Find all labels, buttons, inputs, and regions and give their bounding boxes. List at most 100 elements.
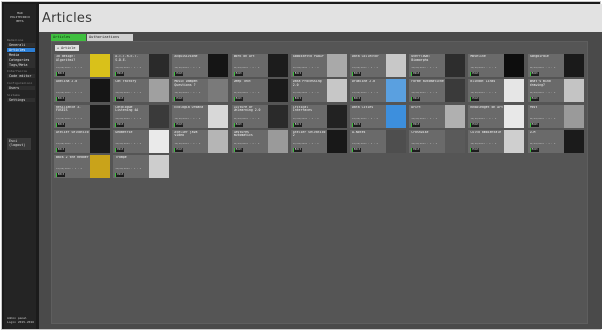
- article-card[interactable]: O-M 12/09/2015 · 1 · 2 Edit: [527, 129, 584, 153]
- edit-button[interactable]: Edit: [352, 122, 361, 127]
- article-thumbnail[interactable]: [386, 54, 406, 77]
- edit-button[interactable]: Edit: [292, 72, 302, 76]
- article-card[interactable]: Back 2 the Reader 12/09/2015 · 1 · 2 Edit: [54, 155, 110, 179]
- article-card[interactable]: Atelier Selvatico 12/09/2015 · 1 · 2 Edit: [54, 129, 110, 153]
- edit-button[interactable]: Edit: [174, 122, 184, 127]
- edit-button[interactable]: Edit: [470, 147, 480, 152]
- edit-button[interactable]: Edit: [233, 97, 243, 102]
- sidebar-item-code-editor[interactable]: Code editor: [7, 73, 35, 79]
- article-card[interactable]: Geometrie 12/09/2015 · 1 · 2 Edit: [113, 129, 170, 153]
- article-thumbnail[interactable]: [326, 54, 347, 77]
- article-card[interactable]: Moveline 12/09/2015 · 1 · 2 Edit: [468, 54, 525, 77]
- article-card[interactable]: What's mind drawing? 12/09/2015 · 1 · 2 Ed…: [527, 79, 584, 103]
- article-card[interactable]: A-Notes 12/09/2015 · 1 · 2 Edit: [350, 129, 406, 153]
- edit-button[interactable]: Edit: [352, 72, 361, 76]
- article-card[interactable]: Work on Art 12/09/2015 · 1 · 2 Edit: [231, 54, 288, 77]
- article-thumbnail[interactable]: [149, 104, 170, 128]
- article-card[interactable]: Catalogue Listening 4A 12/09/2015 · 1 · 2…: [113, 104, 170, 128]
- article-thumbnail[interactable]: [563, 54, 584, 77]
- article-card[interactable]: Culto ambientale 12/09/2015 · 1 · 2 Edit: [468, 129, 525, 153]
- edit-button[interactable]: Edit: [115, 173, 125, 178]
- article-thumbnail[interactable]: [326, 129, 347, 153]
- edit-button[interactable]: Edit: [529, 97, 539, 102]
- article-card[interactable]: Crosswise 12/09/2015 · 1 · 2 Edit: [409, 129, 466, 153]
- article-thumbnail[interactable]: [504, 104, 525, 128]
- edit-button[interactable]: Edit: [115, 72, 125, 76]
- article-thumbnail[interactable]: [504, 79, 525, 103]
- article-thumbnail[interactable]: [267, 54, 288, 77]
- edit-button[interactable]: Edit: [115, 97, 125, 102]
- article-thumbnail[interactable]: [445, 104, 466, 128]
- sidebar-item-generali[interactable]: Generali: [7, 42, 35, 48]
- article-thumbnail[interactable]: [267, 104, 288, 128]
- edit-button[interactable]: Edit: [174, 97, 184, 102]
- article-thumbnail[interactable]: [445, 129, 466, 153]
- edit-button[interactable]: Edit: [56, 173, 65, 178]
- article-card[interactable]: Songbirdie 12/09/2015 · 1 · 2 Edit: [527, 54, 584, 77]
- article-card[interactable]: Blindat Links 12/09/2015 · 1 · 2 Edit: [468, 79, 525, 103]
- article-thumbnail[interactable]: [504, 129, 525, 153]
- edit-button[interactable]: Edit: [411, 147, 421, 152]
- article-card[interactable]: Drift 12/09/2015 · 1 · 2 Edit: [409, 104, 466, 128]
- edit-button[interactable]: Edit: [470, 97, 480, 102]
- article-card[interactable]: Data Cities 12/09/2015 · 1 · 2 Edit: [350, 104, 406, 128]
- article-card[interactable]: 3d design: Algoritmi? 12/09/2015 · 1 · 2 E…: [54, 54, 110, 77]
- edit-button[interactable]: Edit: [56, 97, 65, 102]
- edit-button[interactable]: Edit: [174, 72, 184, 76]
- article-card[interactable]: Atelier Selvatico 2 12/09/2015 · 1 · 2 Edi…: [290, 129, 347, 153]
- article-thumbnail[interactable]: [267, 79, 288, 103]
- article-card[interactable]: Trompe 12/09/2015 · 1 · 2 Edit: [113, 155, 170, 179]
- edit-button[interactable]: Edit: [292, 122, 302, 127]
- article-thumbnail[interactable]: [208, 129, 229, 153]
- logout-button[interactable]: Esci (logout): [7, 138, 31, 150]
- article-card[interactable]: Drumline 2.0 12/09/2015 · 1 · 2 Edit: [350, 79, 406, 103]
- edit-button[interactable]: Edit: [529, 122, 539, 127]
- edit-button[interactable]: Edit: [470, 122, 480, 127]
- article-thumbnail[interactable]: [267, 129, 288, 153]
- article-thumbnail[interactable]: [386, 79, 406, 103]
- edit-button[interactable]: Edit: [56, 122, 65, 127]
- article-card[interactable]: Deep Text 12/09/2015 · 1 · 2 Edit: [231, 79, 288, 103]
- article-thumbnail[interactable]: [149, 54, 170, 77]
- tab-authorizations[interactable]: Authorizations: [87, 34, 133, 41]
- tab-articles[interactable]: Articles: [51, 34, 86, 41]
- edit-button[interactable]: Edit: [292, 147, 302, 152]
- edit-button[interactable]: Edit: [529, 72, 539, 76]
- edit-button[interactable]: Edit: [115, 147, 125, 152]
- article-thumbnail[interactable]: [208, 104, 229, 128]
- article-thumbnail[interactable]: [504, 54, 525, 77]
- article-thumbnail[interactable]: [445, 54, 466, 77]
- article-thumbnail[interactable]: [208, 79, 229, 103]
- article-thumbnail[interactable]: [90, 129, 110, 153]
- article-thumbnail[interactable]: [208, 54, 229, 77]
- edit-button[interactable]: Edit: [292, 97, 302, 102]
- article-card[interactable]: A.T.T.R.E.T. S.D.E. 12/09/2015 · 1 · 2 Edi…: [113, 54, 170, 77]
- sidebar-item-users[interactable]: Users: [7, 85, 35, 91]
- article-thumbnail[interactable]: [326, 104, 347, 128]
- edit-button[interactable]: Edit: [56, 147, 65, 152]
- article-card[interactable]: Overflowd: Biomorphs 12/09/2015 · 1 · 2 Ed…: [409, 54, 466, 77]
- article-card[interactable]: Cat Factory 12/09/2015 · 1 · 2 Edit: [113, 79, 170, 103]
- article-card[interactable]: Adelina 2.0 12/09/2015 · 1 · 2 Edit: [54, 79, 110, 103]
- article-card[interactable]: Knowledget on Art 12/09/2015 · 1 · 2 Edit: [468, 104, 525, 128]
- sidebar-item-articles[interactable]: Articles: [7, 47, 35, 53]
- article-card[interactable]: Music Dampen Questions ? 12/09/2015 · 1 ·…: [172, 79, 229, 103]
- article-card[interactable]: Data Processing 2.0 12/09/2015 · 1 · 2 Edi…: [290, 79, 347, 103]
- article-thumbnail[interactable]: [445, 79, 466, 103]
- article-thumbnail[interactable]: [149, 79, 170, 103]
- add-article-button[interactable]: + Article: [55, 45, 79, 51]
- edit-button[interactable]: Edit: [352, 147, 361, 152]
- sidebar-item-categories[interactable]: Categories: [7, 58, 35, 63]
- article-thumbnail[interactable]: [326, 79, 347, 103]
- article-thumbnail[interactable]: [563, 104, 584, 128]
- article-thumbnail[interactable]: [563, 129, 584, 153]
- article-card[interactable]: Post 12/09/2015 · 1 · 2 Edit: [527, 104, 584, 128]
- article-thumbnail[interactable]: [149, 155, 170, 179]
- sidebar-item-media[interactable]: Media: [7, 52, 35, 58]
- article-card[interactable]: Acquisizione 12/09/2015 · 1 · 2 Edit: [172, 54, 229, 77]
- edit-button[interactable]: Edit: [411, 97, 421, 102]
- edit-button[interactable]: Edit: [411, 122, 421, 127]
- edit-button[interactable]: Edit: [411, 72, 421, 76]
- article-thumbnail[interactable]: [386, 104, 406, 128]
- article-card[interactable]: Critical Interfaces 12/09/2015 · 1 · 2 Edi…: [290, 104, 347, 128]
